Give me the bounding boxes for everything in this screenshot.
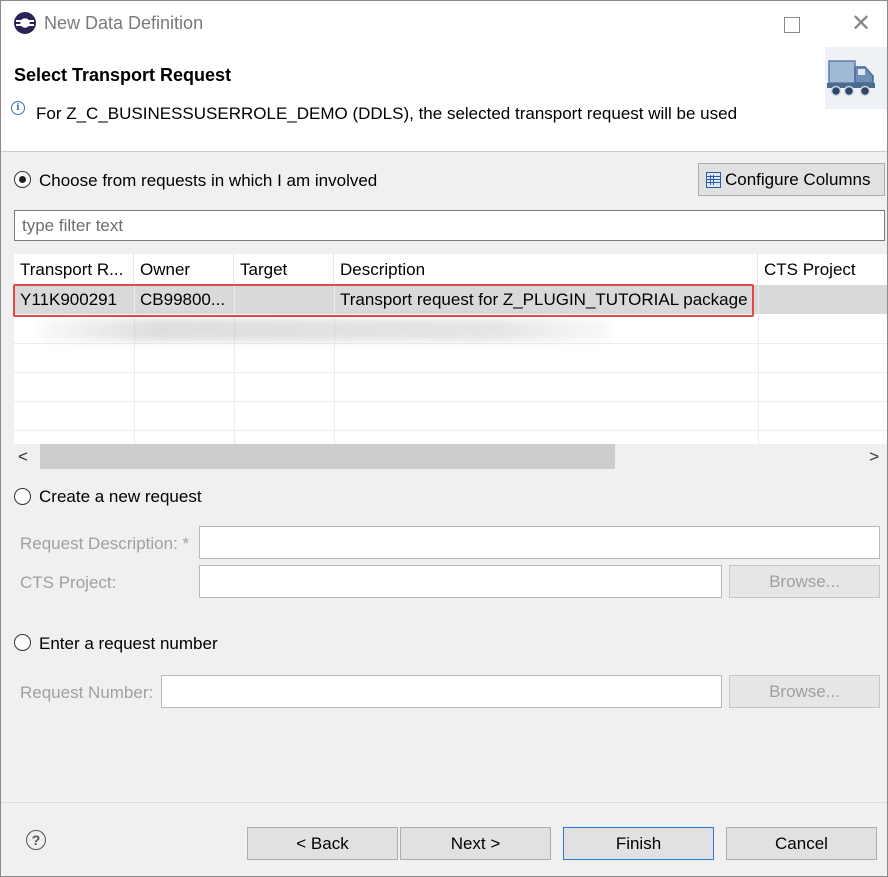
next-button[interactable]: Next >	[400, 827, 551, 860]
cts-project-field[interactable]	[199, 565, 722, 598]
dialog-window: New Data Definition ✕ Select Transport R…	[0, 0, 888, 877]
title-bar: New Data Definition ✕	[1, 1, 887, 47]
close-icon[interactable]: ✕	[846, 9, 876, 39]
cell-cts-project	[758, 285, 887, 314]
create-new-request-label: Create a new request	[39, 487, 202, 506]
selected-row-highlight	[13, 284, 754, 317]
filter-input[interactable]	[14, 210, 885, 241]
request-number-browse-button[interactable]: Browse...	[729, 675, 880, 708]
involved-requests-label: Choose from requests in which I am invol…	[39, 171, 378, 190]
involved-requests-radio[interactable]	[14, 171, 31, 188]
row-divider	[14, 372, 887, 373]
table-header: Transport R... Owner Target Description …	[14, 254, 887, 285]
footer-divider	[1, 802, 887, 803]
horizontal-scrollbar[interactable]: < >	[14, 444, 887, 469]
help-icon[interactable]: ?	[26, 830, 46, 850]
cts-project-label: CTS Project:	[20, 573, 117, 592]
create-new-request-radio[interactable]	[14, 488, 31, 505]
cts-browse-button[interactable]: Browse...	[729, 565, 880, 598]
back-button[interactable]: < Back	[247, 827, 398, 860]
eclipse-app-icon	[14, 12, 36, 34]
page-title: Select Transport Request	[14, 65, 232, 85]
scrollbar-thumb[interactable]	[40, 444, 615, 469]
column-header-target[interactable]: Target	[234, 254, 334, 285]
enter-request-number-label: Enter a request number	[39, 634, 218, 653]
column-header-description[interactable]: Description	[334, 254, 758, 285]
transport-request-table: Transport R... Owner Target Description …	[14, 254, 887, 444]
column-divider	[758, 285, 759, 444]
maximize-icon[interactable]	[777, 9, 807, 39]
wizard-header: Select Transport Request i For Z_C_BUSIN…	[1, 47, 887, 152]
request-description-label: Request Description: *	[20, 534, 190, 553]
finish-button[interactable]: Finish	[563, 827, 714, 860]
enter-request-number-radio[interactable]	[14, 634, 31, 651]
row-divider	[14, 343, 887, 344]
column-header-owner[interactable]: Owner	[134, 254, 234, 285]
column-header-transport[interactable]: Transport R...	[14, 254, 134, 285]
table-columns-icon	[706, 172, 721, 188]
window-title: New Data Definition	[44, 13, 204, 33]
request-description-field[interactable]	[199, 526, 880, 559]
transport-truck-icon	[825, 47, 887, 109]
cancel-button[interactable]: Cancel	[726, 827, 877, 860]
request-number-field[interactable]	[161, 675, 722, 708]
info-icon: i	[11, 101, 25, 115]
scroll-right-icon[interactable]: >	[869, 447, 879, 467]
scroll-left-icon[interactable]: <	[18, 447, 28, 467]
row-divider	[14, 401, 887, 402]
configure-columns-label: Configure Columns	[725, 170, 871, 189]
blurred-row	[41, 319, 611, 341]
row-divider	[14, 430, 887, 431]
request-number-label: Request Number:	[20, 683, 154, 702]
info-message: For Z_C_BUSINESSUSERROLE_DEMO (DDLS), th…	[36, 104, 738, 123]
configure-columns-button[interactable]: Configure Columns	[698, 163, 885, 196]
column-header-cts-project[interactable]: CTS Project	[758, 254, 887, 285]
